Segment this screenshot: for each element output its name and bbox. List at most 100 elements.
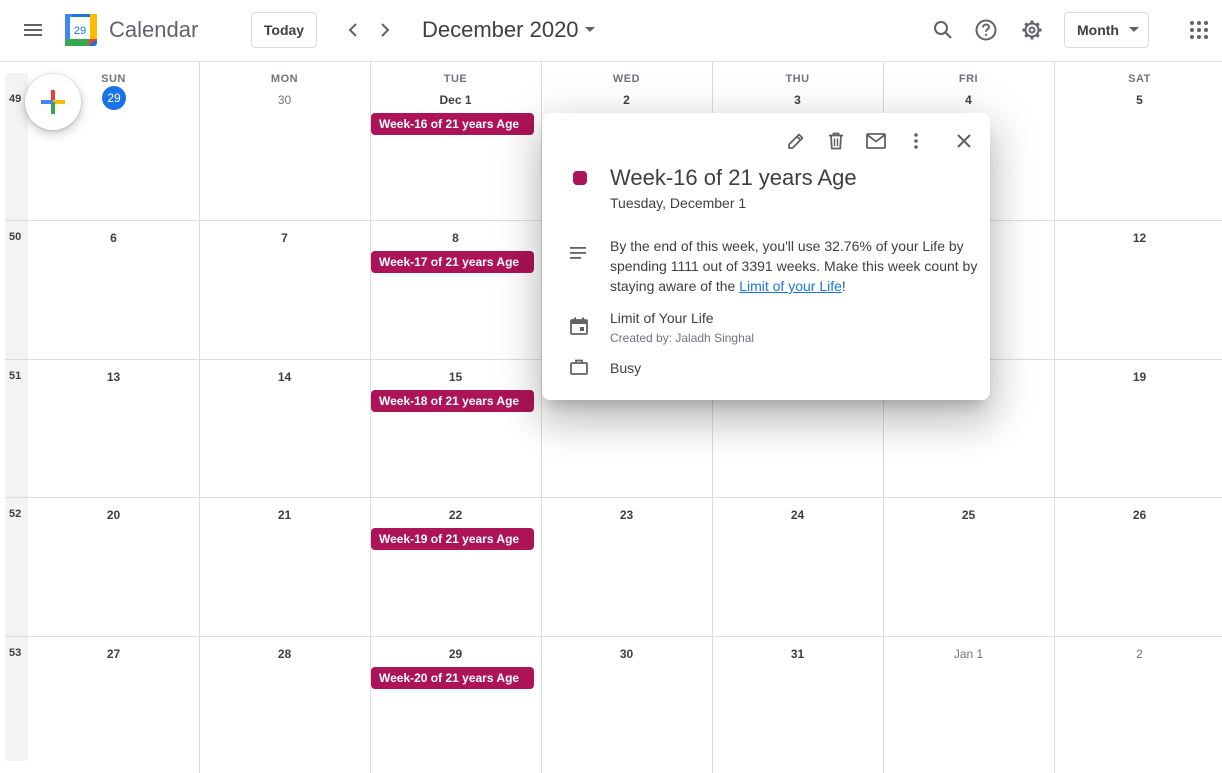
day-number-link[interactable]: 12 (1133, 231, 1146, 245)
day-number-link[interactable]: 13 (107, 370, 120, 384)
create-event-button[interactable] (25, 74, 81, 130)
help-icon[interactable] (966, 10, 1006, 50)
day-number-link[interactable]: 20 (107, 508, 120, 522)
view-label: Month (1077, 22, 1119, 38)
day-number-link[interactable]: Dec 1 (439, 93, 471, 107)
today-date-marker[interactable]: 29 (102, 86, 126, 110)
google-apps-grid-icon[interactable] (1179, 10, 1219, 50)
day-number-link[interactable]: 4 (965, 93, 972, 107)
day-number: Jan 1 (883, 647, 1054, 661)
close-icon[interactable] (948, 125, 980, 157)
day-of-week-header: TUE (443, 73, 468, 85)
day-number-link[interactable]: 28 (278, 647, 291, 661)
main-menu-icon[interactable] (13, 10, 53, 50)
event-chip[interactable]: Week-16 of 21 years Age (371, 113, 534, 135)
description-lines-icon (570, 246, 588, 265)
day-number-link[interactable]: 31 (791, 647, 804, 661)
calendar-name: Limit of Your Life (610, 310, 714, 326)
day-number-link[interactable]: 5 (1136, 93, 1143, 107)
day-number: 6 (28, 231, 199, 245)
calendar-icon (570, 317, 588, 340)
day-number: 24 (712, 508, 883, 522)
event-title: Week-16 of 21 years Age (610, 165, 857, 190)
day-of-week-header: MON (270, 73, 299, 85)
day-number: 29 (370, 647, 541, 661)
row-divider (5, 497, 1222, 498)
day-number-link[interactable]: 22 (449, 508, 462, 522)
month-title: December 2020 (422, 17, 579, 42)
day-number: 27 (28, 647, 199, 661)
event-creator: Created by: Jaladh Singhal (610, 331, 755, 345)
day-number-link[interactable]: 26 (1133, 508, 1146, 522)
today-button[interactable]: Today (251, 12, 317, 48)
description-end: ! (841, 278, 846, 294)
dropdown-arrow-icon (1128, 27, 1139, 32)
more-options-icon[interactable] (900, 125, 932, 157)
day-number-link[interactable]: 6 (110, 231, 117, 245)
day-number-link[interactable]: 2 (623, 93, 630, 107)
edit-pencil-icon[interactable] (780, 125, 812, 157)
event-chip[interactable]: Week-20 of 21 years Age (371, 667, 534, 689)
day-number: 13 (28, 370, 199, 384)
month-title-picker[interactable]: December 2020 (422, 16, 595, 44)
day-number-link[interactable]: 3 (794, 93, 801, 107)
event-details-popup: Week-16 of 21 years Age Tuesday, Decembe… (542, 113, 990, 400)
chevron-right-icon (381, 23, 390, 37)
event-chip[interactable]: Week-19 of 21 years Age (371, 528, 534, 550)
previous-month-button[interactable] (337, 14, 369, 46)
day-number: 8 (370, 231, 541, 245)
day-number: 12 (1054, 231, 1222, 245)
column-divider (199, 62, 200, 773)
week-number[interactable]: 49 (9, 93, 21, 105)
limit-of-your-life-link[interactable]: Limit of your Life (739, 278, 842, 294)
event-chip[interactable]: Week-17 of 21 years Age (371, 251, 534, 273)
day-number-link[interactable]: 7 (281, 231, 288, 245)
day-number-link[interactable]: 30 (278, 93, 291, 107)
week-number[interactable]: 53 (9, 647, 21, 659)
delete-trash-icon[interactable] (820, 125, 852, 157)
day-of-week-header: WED (612, 73, 641, 85)
week-number[interactable]: 50 (9, 231, 21, 243)
day-number: 3 (712, 93, 883, 107)
calendar-logo-icon: 29 (65, 14, 97, 46)
day-number: 22 (370, 508, 541, 522)
day-number: 4 (883, 93, 1054, 107)
settings-gear-icon[interactable] (1012, 10, 1052, 50)
event-color-swatch (573, 171, 587, 185)
day-number: 30 (541, 647, 712, 661)
day-number-link[interactable]: 8 (452, 231, 459, 245)
event-description: By the end of this week, you'll use 32.7… (610, 236, 980, 296)
day-number: 26 (1054, 508, 1222, 522)
email-envelope-icon[interactable] (860, 125, 892, 157)
day-number-link[interactable]: 27 (107, 647, 120, 661)
week-number[interactable]: 51 (9, 370, 21, 382)
day-number: 14 (199, 370, 370, 384)
day-number: 30 (199, 93, 370, 107)
day-number: 21 (199, 508, 370, 522)
day-number-link[interactable]: 23 (620, 508, 633, 522)
day-number-link[interactable]: 25 (962, 508, 975, 522)
day-number: 28 (199, 647, 370, 661)
day-number-link[interactable]: 29 (449, 647, 462, 661)
day-of-week-header: SAT (1128, 73, 1151, 85)
column-divider (1054, 62, 1055, 773)
app-title: Calendar (109, 17, 199, 42)
briefcase-icon (570, 359, 588, 380)
week-number[interactable]: 52 (9, 508, 21, 520)
next-month-button[interactable] (369, 14, 401, 46)
day-number-link[interactable]: 14 (278, 370, 291, 384)
day-number: 19 (1054, 370, 1222, 384)
day-number-link[interactable]: 15 (449, 370, 462, 384)
day-number-link[interactable]: Jan 1 (954, 647, 983, 661)
day-number-link[interactable]: 2 (1136, 647, 1143, 661)
day-number-link[interactable]: 21 (278, 508, 291, 522)
svg-text:29: 29 (74, 25, 86, 37)
day-number-link[interactable]: 24 (791, 508, 804, 522)
day-number-link[interactable]: 30 (620, 647, 633, 661)
day-number: 25 (883, 508, 1054, 522)
day-number: Dec 1 (370, 93, 541, 107)
search-icon[interactable] (923, 10, 963, 50)
event-chip[interactable]: Week-18 of 21 years Age (371, 390, 534, 412)
view-switcher-dropdown[interactable]: Month (1064, 12, 1149, 48)
day-number-link[interactable]: 19 (1133, 370, 1146, 384)
